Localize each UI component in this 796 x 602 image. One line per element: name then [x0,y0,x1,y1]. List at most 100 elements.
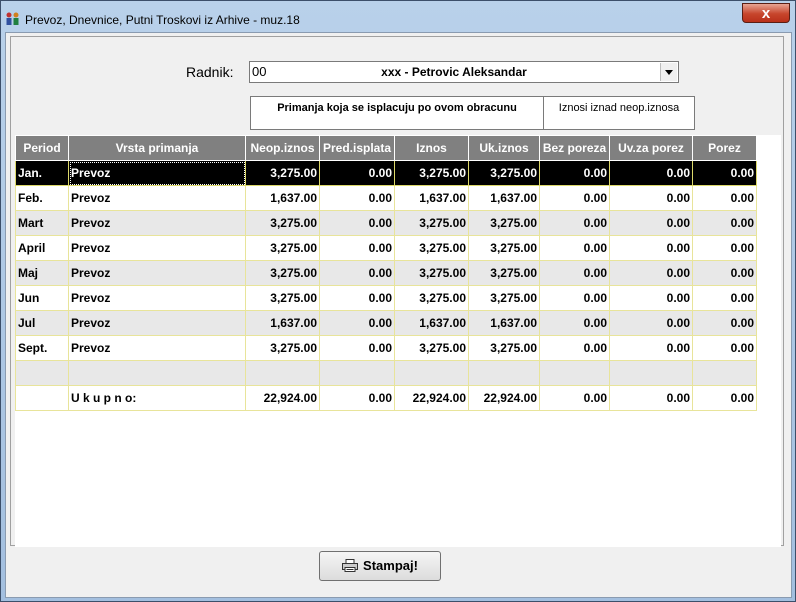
table-row[interactable] [15,360,757,386]
table-cell[interactable]: 1,637.00 [394,310,469,336]
table-cell[interactable]: 0.00 [692,310,757,336]
table-row[interactable]: Jan. Prevoz 3,275.00 0.00 3,275.00 3,275.00 0.… [15,160,757,186]
table-cell[interactable] [609,360,693,386]
table-cell[interactable]: 0.00 [609,160,693,186]
table-cell[interactable]: 1,637.00 [468,310,540,336]
table-cell[interactable]: 3,275.00 [468,285,540,311]
column-header[interactable]: Neop.iznos [245,135,320,161]
table-cell[interactable]: 3,275.00 [394,210,469,236]
table-cell[interactable]: 0.00 [609,335,693,361]
table-row[interactable]: Mart Prevoz 3,275.00 0.00 3,275.00 3,275.00 0.… [15,210,757,236]
table-cell[interactable]: 3,275.00 [394,160,469,186]
table-cell[interactable]: 0.00 [539,160,610,186]
table-cell[interactable]: 0.00 [609,185,693,211]
table-cell[interactable]: 0.00 [319,260,395,286]
table-cell[interactable]: 3,275.00 [394,260,469,286]
table-cell[interactable]: Feb. [15,185,69,211]
radnik-dropdown-button[interactable] [660,63,677,81]
table-cell[interactable]: 0.00 [319,335,395,361]
table-cell[interactable]: 0.00 [319,235,395,261]
table-cell[interactable]: Prevoz [68,335,246,361]
table-cell[interactable] [468,360,540,386]
column-header[interactable]: Bez poreza [539,135,610,161]
table-cell[interactable]: 3,275.00 [468,335,540,361]
column-header[interactable]: Iznos [394,135,469,161]
data-grid[interactable]: Period Vrsta primanja Neop.iznos Pred.is… [15,135,781,547]
table-cell[interactable]: 3,275.00 [245,335,320,361]
table-cell[interactable]: 0.00 [319,185,395,211]
column-header[interactable]: Vrsta primanja [68,135,246,161]
table-cell[interactable]: 0.00 [539,285,610,311]
table-cell[interactable]: 3,275.00 [245,160,320,186]
table-cell[interactable] [15,360,69,386]
table-row[interactable]: U k u p n o: 22,924.00 0.00 22,924.00 22,924… [15,385,757,411]
close-button[interactable]: x [742,3,790,23]
table-cell[interactable]: Maj [15,260,69,286]
table-cell[interactable]: 22,924.00 [394,385,469,411]
table-cell[interactable]: 3,275.00 [394,335,469,361]
column-header[interactable]: Pred.isplata [319,135,395,161]
column-header[interactable]: Period [15,135,69,161]
table-cell[interactable]: 3,275.00 [245,235,320,261]
table-cell[interactable]: 0.00 [609,310,693,336]
table-cell[interactable]: April [15,235,69,261]
table-cell[interactable]: 0.00 [692,235,757,261]
table-row[interactable]: Feb. Prevoz 1,637.00 0.00 1,637.00 1,637.00 0.… [15,185,757,211]
print-button[interactable]: Stampaj! [319,551,441,581]
table-cell[interactable] [15,385,69,411]
table-row[interactable]: Maj Prevoz 3,275.00 0.00 3,275.00 3,275.00 0.0… [15,260,757,286]
table-cell[interactable]: 22,924.00 [468,385,540,411]
table-cell[interactable]: 3,275.00 [468,210,540,236]
table-cell[interactable]: 0.00 [692,385,757,411]
table-cell[interactable]: Prevoz [68,185,246,211]
table-cell[interactable]: 0.00 [692,285,757,311]
table-cell[interactable]: Jul [15,310,69,336]
table-cell[interactable]: 0.00 [692,335,757,361]
table-cell[interactable]: 3,275.00 [468,235,540,261]
radnik-select[interactable]: 00 xxx - Petrovic Aleksandar [249,61,679,83]
table-cell[interactable]: 0.00 [539,185,610,211]
table-cell[interactable]: 0.00 [539,260,610,286]
table-cell[interactable]: 3,275.00 [245,210,320,236]
table-cell[interactable]: 0.00 [319,385,395,411]
table-cell[interactable]: 3,275.00 [245,285,320,311]
table-cell[interactable]: 0.00 [539,335,610,361]
table-cell[interactable]: 1,637.00 [245,185,320,211]
table-cell[interactable]: 0.00 [692,260,757,286]
table-cell[interactable]: 0.00 [609,260,693,286]
table-cell[interactable] [319,360,395,386]
table-cell[interactable]: U k u p n o: [68,385,246,411]
table-row[interactable]: Sept. Prevoz 3,275.00 0.00 3,275.00 3,275.00 0… [15,335,757,361]
table-cell[interactable]: 0.00 [609,210,693,236]
table-cell[interactable]: Prevoz [68,260,246,286]
table-cell[interactable]: 0.00 [539,310,610,336]
table-cell[interactable]: 0.00 [692,185,757,211]
table-cell[interactable] [394,360,469,386]
table-cell[interactable]: Sept. [15,335,69,361]
table-cell[interactable]: Prevoz [68,160,246,186]
table-cell[interactable]: Prevoz [68,285,246,311]
table-cell[interactable]: 0.00 [319,310,395,336]
table-cell[interactable]: 3,275.00 [468,160,540,186]
table-cell[interactable]: 0.00 [539,210,610,236]
table-row[interactable]: Jul Prevoz 1,637.00 0.00 1,637.00 1,637.00 0.0… [15,310,757,336]
table-cell[interactable]: 1,637.00 [394,185,469,211]
column-header[interactable]: Uk.iznos [468,135,540,161]
table-cell[interactable] [539,360,610,386]
table-cell[interactable]: 0.00 [319,160,395,186]
table-cell[interactable]: 0.00 [609,285,693,311]
table-cell[interactable]: 1,637.00 [245,310,320,336]
table-cell[interactable]: 3,275.00 [245,260,320,286]
table-cell[interactable]: 0.00 [539,385,610,411]
column-header[interactable]: Porez [692,135,757,161]
table-cell[interactable]: 22,924.00 [245,385,320,411]
table-cell[interactable]: 0.00 [539,235,610,261]
table-cell[interactable] [68,360,246,386]
table-cell[interactable]: 3,275.00 [468,260,540,286]
column-header[interactable]: Uv.za porez [609,135,693,161]
table-cell[interactable]: 0.00 [319,285,395,311]
table-row[interactable]: Jun Prevoz 3,275.00 0.00 3,275.00 3,275.00 0.0… [15,285,757,311]
table-cell[interactable]: Prevoz [68,235,246,261]
table-cell[interactable] [692,360,757,386]
table-cell[interactable]: Jun [15,285,69,311]
